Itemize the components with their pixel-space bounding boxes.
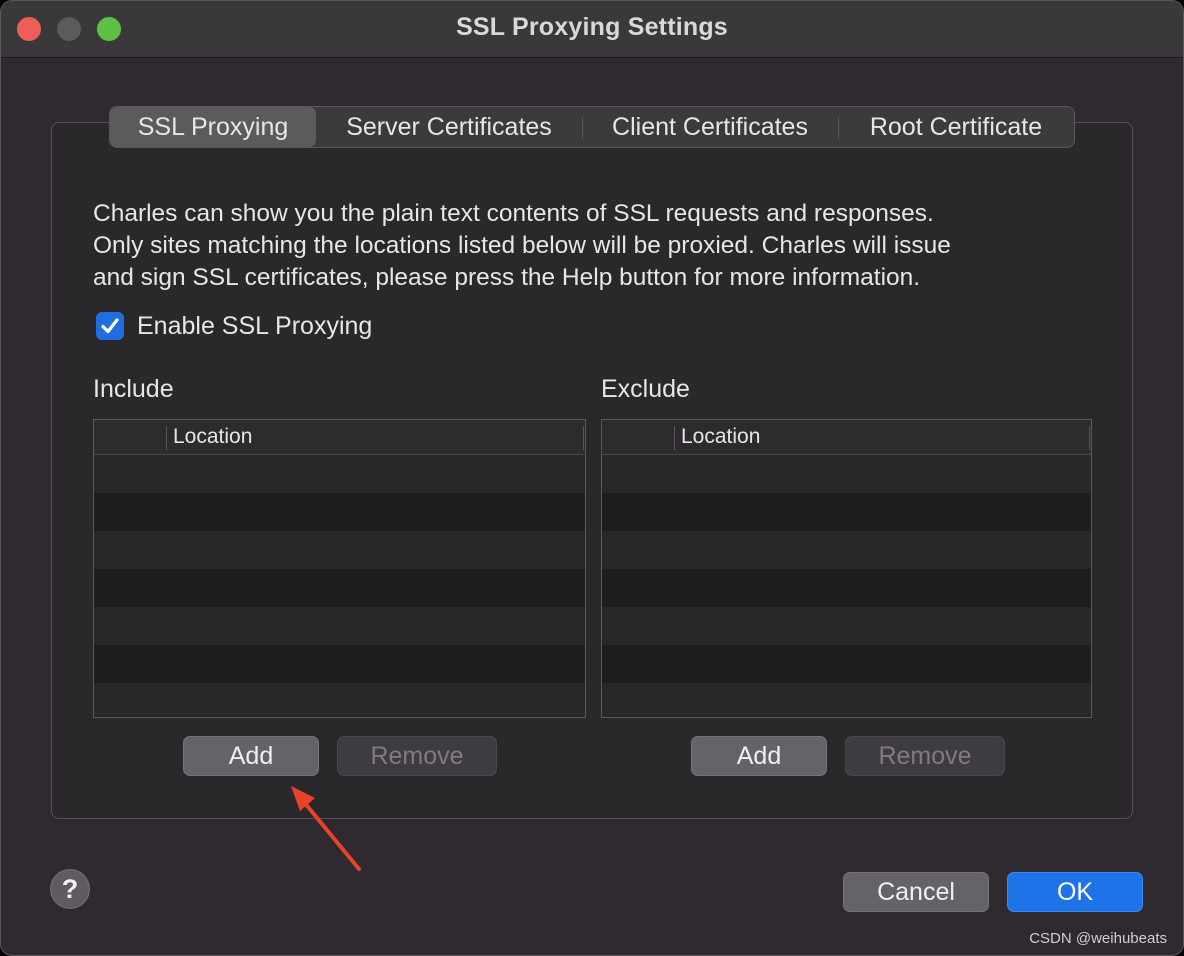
description-line: and sign SSL certificates, please press … xyxy=(93,264,921,291)
table-row xyxy=(602,645,1091,683)
table-row xyxy=(94,683,585,717)
watermark-text: CSDN @weihubeats xyxy=(1029,930,1167,947)
help-button[interactable]: ? xyxy=(50,869,90,909)
table-row xyxy=(94,645,585,683)
exclude-location-column-header[interactable]: Location xyxy=(681,425,760,449)
column-divider[interactable] xyxy=(583,426,584,450)
include-location-column-header[interactable]: Location xyxy=(173,425,252,449)
exclude-add-button[interactable]: Add xyxy=(691,736,827,776)
tab-bar: SSL Proxying Server Certificates Client … xyxy=(109,106,1075,148)
column-divider[interactable] xyxy=(166,426,167,450)
table-row xyxy=(94,493,585,531)
table-row xyxy=(602,683,1091,717)
table-row xyxy=(94,607,585,645)
tab-client-certificates[interactable]: Client Certificates xyxy=(582,107,838,147)
table-row xyxy=(602,569,1091,607)
table-row xyxy=(94,455,585,493)
table-row xyxy=(602,607,1091,645)
ok-button[interactable]: OK xyxy=(1007,872,1143,912)
column-divider[interactable] xyxy=(1089,426,1090,450)
include-label: Include xyxy=(93,375,174,403)
table-row xyxy=(602,493,1091,531)
description-line: Only sites matching the locations listed… xyxy=(93,232,951,259)
include-table[interactable]: Location xyxy=(93,419,586,718)
tab-root-certificate[interactable]: Root Certificate xyxy=(838,107,1074,147)
exclude-table-header: Location xyxy=(602,420,1091,455)
tab-ssl-proxying[interactable]: SSL Proxying xyxy=(110,107,316,147)
table-row xyxy=(94,531,585,569)
cancel-button[interactable]: Cancel xyxy=(843,872,989,912)
table-row xyxy=(602,455,1091,493)
description-line: Charles can show you the plain text cont… xyxy=(93,200,934,227)
include-remove-button[interactable]: Remove xyxy=(337,736,497,776)
enable-ssl-proxying-label: Enable SSL Proxying xyxy=(137,311,373,340)
title-bar: SSL Proxying Settings xyxy=(1,1,1183,58)
table-row xyxy=(602,531,1091,569)
annotation-arrow-icon xyxy=(291,786,361,871)
checkmark-icon xyxy=(101,318,119,334)
exclude-label: Exclude xyxy=(601,375,690,403)
exclude-table[interactable]: Location xyxy=(601,419,1092,718)
tab-server-certificates[interactable]: Server Certificates xyxy=(316,107,582,147)
enable-ssl-proxying-row[interactable]: Enable SSL Proxying xyxy=(96,310,372,342)
column-divider[interactable] xyxy=(674,426,675,450)
include-table-header: Location xyxy=(94,420,585,455)
enable-ssl-proxying-checkbox[interactable] xyxy=(96,312,124,340)
description-text: Charles can show you the plain text cont… xyxy=(93,198,1103,294)
ssl-proxying-settings-window: SSL Proxying Settings SSL Proxying Serve… xyxy=(0,0,1184,956)
window-title: SSL Proxying Settings xyxy=(456,13,728,41)
table-row xyxy=(94,569,585,607)
include-add-button[interactable]: Add xyxy=(183,736,319,776)
exclude-remove-button[interactable]: Remove xyxy=(845,736,1005,776)
